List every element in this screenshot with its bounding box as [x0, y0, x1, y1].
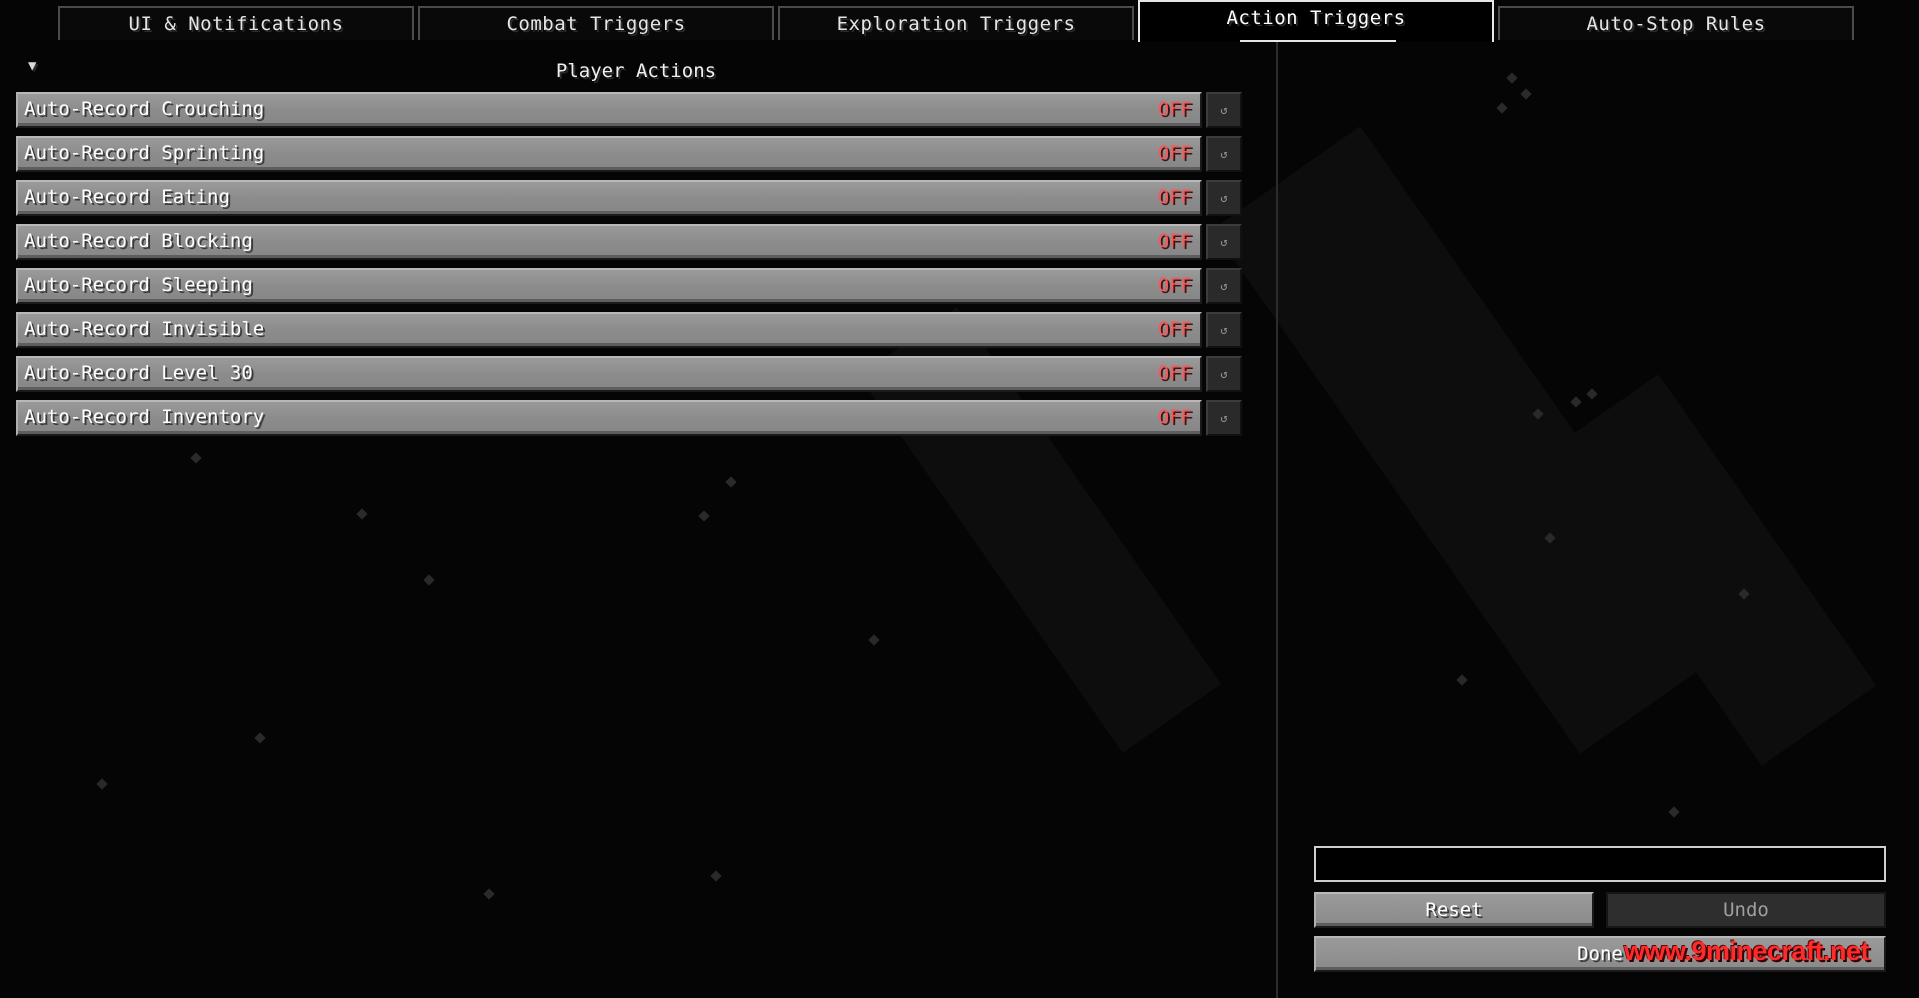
option-label: Auto-Record Crouching: [24, 98, 265, 120]
reset-icon[interactable]: ↺: [1206, 356, 1242, 392]
option-state: OFF: [1157, 186, 1192, 208]
tab-exploration-triggers[interactable]: Exploration Triggers: [778, 6, 1134, 40]
toggle-auto-record-crouching[interactable]: Auto-Record Crouching OFF: [16, 92, 1202, 128]
section-title: Player Actions: [555, 60, 717, 82]
tab-combat-triggers[interactable]: Combat Triggers: [418, 6, 774, 40]
section-header-player-actions[interactable]: ▼ Player Actions: [16, 56, 1256, 86]
reset-icon[interactable]: ↺: [1206, 180, 1242, 216]
option-state: OFF: [1157, 406, 1192, 428]
option-label: Auto-Record Invisible: [24, 318, 265, 340]
toggle-auto-record-eating[interactable]: Auto-Record Eating OFF: [16, 180, 1202, 216]
option-label: Auto-Record Eating: [24, 186, 230, 208]
tab-label: Auto-Stop Rules: [1586, 13, 1766, 35]
option-state: OFF: [1157, 142, 1192, 164]
undo-button[interactable]: Undo: [1606, 892, 1886, 928]
option-state: OFF: [1157, 274, 1192, 296]
reset-icon[interactable]: ↺: [1206, 92, 1242, 128]
particle: [1496, 102, 1508, 114]
reset-icon[interactable]: ↺: [1206, 400, 1242, 436]
option-label: Auto-Record Sleeping: [24, 274, 253, 296]
watermark-logo: www.9minecraft.net: [1624, 936, 1870, 966]
tab-label: Combat Triggers: [506, 13, 686, 35]
reset-icon[interactable]: ↺: [1206, 136, 1242, 172]
reset-icon[interactable]: ↺: [1206, 268, 1242, 304]
tab-bar: UI & Notifications Combat Triggers Explo…: [0, 0, 1919, 42]
particle: [1520, 88, 1532, 100]
particle: [1506, 72, 1518, 84]
option-row: Auto-Record Level 30 OFF ↺: [16, 356, 1244, 392]
option-label: Auto-Record Inventory: [24, 406, 265, 428]
option-row: Auto-Record Sleeping OFF ↺: [16, 268, 1244, 304]
option-row: Auto-Record Invisible OFF ↺: [16, 312, 1244, 348]
reset-button[interactable]: Reset: [1314, 892, 1594, 928]
tab-label: Action Triggers: [1226, 7, 1406, 29]
toggle-auto-record-level-30[interactable]: Auto-Record Level 30 OFF: [16, 356, 1202, 392]
search-input[interactable]: [1314, 846, 1886, 882]
option-row: Auto-Record Blocking OFF ↺: [16, 224, 1244, 260]
particle: [1456, 674, 1468, 686]
toggle-auto-record-sprinting[interactable]: Auto-Record Sprinting OFF: [16, 136, 1202, 172]
reset-icon[interactable]: ↺: [1206, 224, 1242, 260]
option-row: Auto-Record Sprinting OFF ↺: [16, 136, 1244, 172]
toggle-auto-record-blocking[interactable]: Auto-Record Blocking OFF: [16, 224, 1202, 260]
option-state: OFF: [1157, 362, 1192, 384]
toggle-auto-record-inventory[interactable]: Auto-Record Inventory OFF: [16, 400, 1202, 436]
option-label: Auto-Record Sprinting: [24, 142, 265, 164]
options-list: Auto-Record Crouching OFF ↺ Auto-Record …: [16, 92, 1244, 444]
tab-auto-stop-rules[interactable]: Auto-Stop Rules: [1498, 6, 1854, 40]
option-row: Auto-Record Crouching OFF ↺: [16, 92, 1244, 128]
reset-icon[interactable]: ↺: [1206, 312, 1242, 348]
tab-label: Exploration Triggers: [836, 13, 1076, 35]
particle: [1570, 396, 1582, 408]
option-state: OFF: [1157, 98, 1192, 120]
option-label: Auto-Record Level 30: [24, 362, 253, 384]
option-state: OFF: [1157, 318, 1192, 340]
option-row: Auto-Record Inventory OFF ↺: [16, 400, 1244, 436]
toggle-auto-record-invisible[interactable]: Auto-Record Invisible OFF: [16, 312, 1202, 348]
particle: [1586, 388, 1598, 400]
tab-label: UI & Notifications: [128, 13, 344, 35]
option-label: Auto-Record Blocking: [24, 230, 253, 252]
option-state: OFF: [1157, 230, 1192, 252]
tab-ui-notifications[interactable]: UI & Notifications: [58, 6, 414, 40]
option-row: Auto-Record Eating OFF ↺: [16, 180, 1244, 216]
particle: [1668, 806, 1680, 818]
triangle-down-icon[interactable]: ▼: [28, 58, 36, 74]
toggle-auto-record-sleeping[interactable]: Auto-Record Sleeping OFF: [16, 268, 1202, 304]
options-panel: ▼ Player Actions Auto-Record Crouching O…: [0, 42, 1278, 998]
tab-action-triggers[interactable]: Action Triggers: [1138, 0, 1494, 42]
